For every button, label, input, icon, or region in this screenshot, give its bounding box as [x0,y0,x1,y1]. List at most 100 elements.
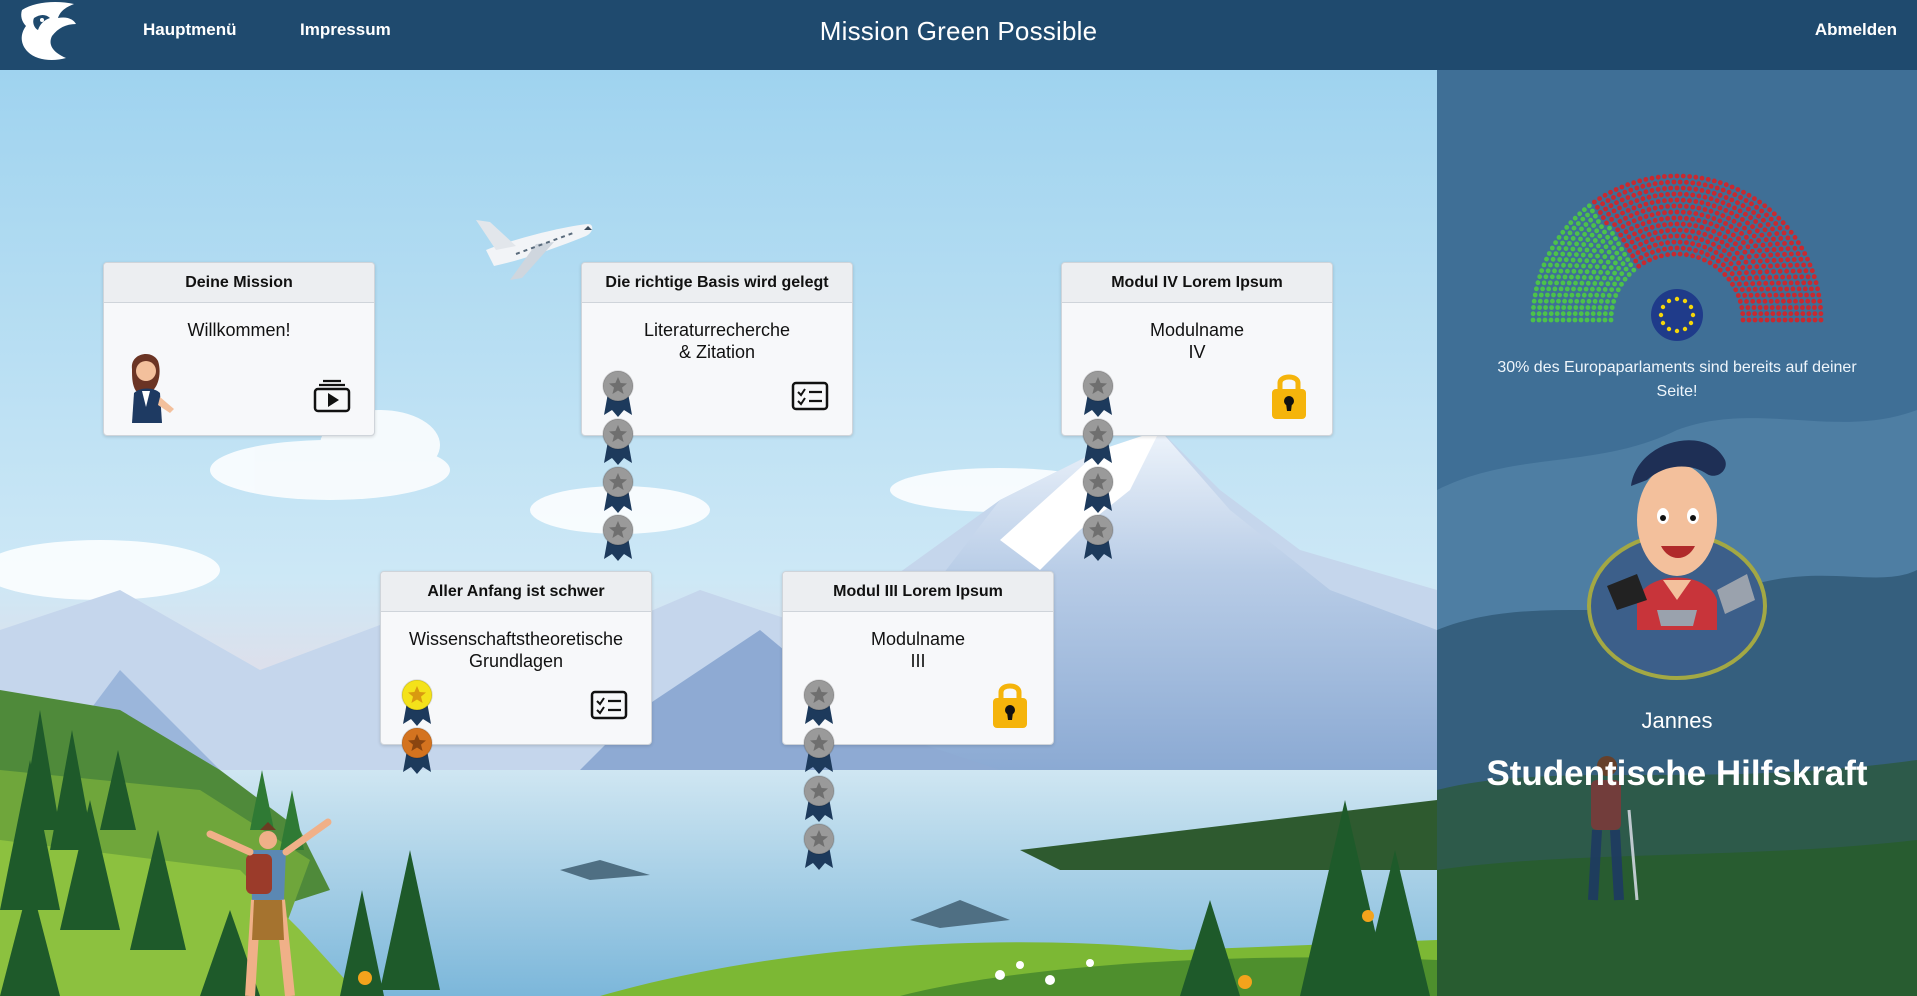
parliament-seat [1600,239,1606,244]
parliament-seat [1717,180,1723,186]
parliament-seat [1771,269,1776,274]
parliament-seat [1614,213,1620,219]
parliament-seat [1788,311,1794,317]
parliament-seat [1702,182,1708,188]
module-title-line: & Zitation [678,342,756,362]
parliament-seat [1611,245,1617,251]
parliament-seat [1609,305,1615,310]
module-card-basis[interactable]: Die richtige Basis wird gelegt Literatur… [581,262,853,561]
parliament-seat [1733,241,1738,247]
parliament-seat [1659,253,1664,259]
parliament-seat [1718,253,1724,259]
parliament-seat [1590,208,1595,214]
parliament-seat [1770,226,1775,232]
logout-link[interactable]: Abmelden [1815,20,1897,40]
parliament-seat [1532,292,1538,298]
parliament-seat [1687,234,1692,240]
parliament-seat [1690,253,1695,259]
parliament-seat [1705,189,1711,195]
parliament-seat [1612,222,1617,228]
parliament-seat [1705,201,1711,207]
parliament-seat [1771,286,1777,292]
parliament-seat [1684,216,1689,221]
parliament-seat [1608,311,1614,317]
parliament-seat [1736,260,1741,266]
parliament-seat [1801,280,1807,286]
module-card-intro[interactable]: Deine Mission Willkommen! [103,262,375,436]
parliament-seat [1702,232,1708,237]
parliament-seat [1643,189,1649,195]
parliament-seat [1746,254,1752,260]
parliament-seat [1760,275,1766,280]
parliament-seat [1796,240,1801,246]
parliament-seat [1584,317,1590,323]
parliament-seat [1596,311,1602,317]
parliament-seat [1579,305,1585,310]
parliament-seat [1585,212,1590,218]
module-card-start[interactable]: Aller Anfang ist schwer Wissenschaftsthe… [380,571,652,774]
medal-row [801,678,841,870]
module-card-3[interactable]: Modul III Lorem Ipsum Modulname III [782,571,1054,870]
parliament-seat [1711,203,1717,209]
parliament-seat [1547,280,1553,286]
parliament-seat [1785,246,1791,252]
video-play-icon[interactable] [312,379,352,413]
parliament-seat [1588,292,1593,298]
parliament-seat [1791,257,1797,262]
parliament-seat [1584,269,1590,275]
medal-icon [401,679,433,726]
parliament-seat [1748,292,1754,298]
module-title-line: Willkommen! [187,320,291,340]
parliament-seat [1764,317,1770,323]
parliament-seat [1702,194,1708,200]
parliament-seat [1568,220,1574,226]
parliament-seat [1757,305,1763,310]
parliament-seat [1717,218,1723,224]
parliament-seat [1550,298,1555,304]
parliament-seat [1530,311,1536,317]
quiz-checklist-icon[interactable] [790,379,830,413]
parliament-seat [1581,263,1586,269]
parliament-seat [1805,256,1810,262]
parliament-seat [1649,237,1655,243]
parliament-seat [1613,260,1618,266]
parliament-seat [1674,209,1680,215]
parliament-seat [1740,317,1746,323]
parliament-seat [1652,218,1658,223]
parliament-seat [1677,191,1683,197]
parliament-seat [1652,242,1658,248]
parliament-seat [1583,286,1589,292]
parliament-seat [1715,258,1721,264]
parliament-seat [1680,209,1686,215]
parliament-seat [1744,299,1749,304]
parliament-seat [1548,317,1554,323]
parliament-seat [1739,231,1744,236]
parliament-seat [1555,305,1561,310]
parliament-seat [1746,287,1752,292]
parliament-seat [1616,192,1622,198]
medal-icon [602,418,634,465]
parliament-seat [1611,195,1616,200]
parliament-seat [1578,317,1584,323]
module-card-4[interactable]: Modul IV Lorem Ipsum Modulname IV [1061,262,1333,561]
quiz-checklist-icon[interactable] [589,688,629,722]
parliament-seat [1743,259,1749,265]
parliament-seat [1696,255,1701,260]
parliament-seat [1580,216,1586,222]
medal-icon [602,370,634,417]
parliament-seat [1536,311,1542,317]
parliament-seat [1799,274,1805,280]
parliament-seat [1800,317,1806,323]
parliament-seat [1737,208,1743,214]
parliament-seat [1699,175,1705,181]
module-title-line: Modulname [870,629,966,649]
parliament-seat [1720,213,1726,219]
parliament-seat [1708,221,1714,227]
parliament-seat [1795,280,1800,286]
parliament-seat [1609,287,1615,292]
parliament-seat [1539,268,1545,274]
parliament-seat [1603,206,1608,212]
parliament-seat [1656,248,1661,253]
lock-icon [1272,374,1306,419]
module-title: Modulname III [783,628,1053,672]
